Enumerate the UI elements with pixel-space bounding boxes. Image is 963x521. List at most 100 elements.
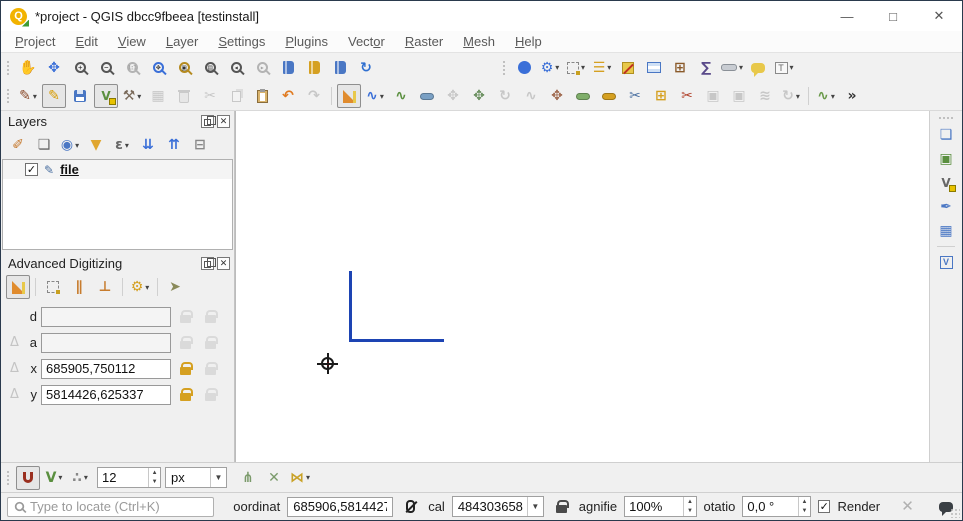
chevron-down-icon[interactable]: ▼ <box>210 468 226 487</box>
y-lock-button[interactable] <box>175 384 196 405</box>
show-bookmark-manager-button[interactable] <box>328 56 352 80</box>
rotation-input[interactable] <box>743 499 798 514</box>
parallel-constraint-button[interactable]: ∥ <box>67 275 91 299</box>
paste-features-button[interactable] <box>250 84 274 108</box>
menu-project[interactable]: Project <box>5 34 65 49</box>
toggle-editing-button[interactable]: ✎ <box>42 84 66 108</box>
layers-panel-close-button[interactable]: ✕ <box>217 115 230 128</box>
open-attribute-table-button[interactable] <box>642 56 666 80</box>
layer-visibility-checkbox[interactable]: ✓ <box>25 163 38 176</box>
enable-advanced-digitizing-button[interactable] <box>337 84 361 108</box>
perpendicular-constraint-button[interactable]: ⊥ <box>93 275 117 299</box>
adv-panel-close-button[interactable]: ✕ <box>217 257 230 270</box>
snapping-type-button[interactable]: ∴▾ <box>68 466 92 490</box>
spin-up-icon[interactable]: ▲ <box>799 497 810 507</box>
zoom-full-extent-button[interactable]: ✥ <box>146 56 170 80</box>
spin-up-icon[interactable]: ▲ <box>684 497 695 507</box>
x-lock-button[interactable] <box>175 358 196 379</box>
snapping-type-dropdown[interactable]: ▾ <box>84 473 88 482</box>
self-snapping-button[interactable]: ⋈▾ <box>288 466 312 490</box>
run-feature-action-button[interactable]: ⚙▾ <box>538 56 562 80</box>
vertex-tool-button[interactable]: ⚒▾ <box>120 84 144 108</box>
field-calculator-button[interactable]: ⊞ <box>668 56 692 80</box>
toolbar-grip[interactable] <box>6 88 11 104</box>
snapping-units-dropdown[interactable]: px ▼ <box>165 467 227 488</box>
coordinate-input[interactable] <box>287 497 393 517</box>
zoom-last-button[interactable]: ◂ <box>224 56 248 80</box>
new-shapefile-layer-button[interactable] <box>934 171 958 195</box>
new-geopackage-layer-button[interactable]: ▣ <box>934 147 958 171</box>
current-edits-button[interactable]: ✎▾ <box>16 84 40 108</box>
lock-scale-button[interactable] <box>551 496 572 518</box>
remove-layer-button[interactable]: ⊟ <box>188 133 212 157</box>
map-tips-button[interactable] <box>746 56 770 80</box>
delete-part-button[interactable]: ✥ <box>545 84 569 108</box>
new-memory-layer-button[interactable]: ▦ <box>934 219 958 243</box>
spin-down-icon[interactable]: ▼ <box>799 507 810 517</box>
offset-point-symbol-dropdown[interactable]: ▾ <box>831 92 835 101</box>
statistical-summary-button[interactable]: ∑ <box>694 56 718 80</box>
offset-point-symbol-button[interactable]: ∿▾ <box>814 84 838 108</box>
menu-vector[interactable]: Vector <box>338 34 395 49</box>
snapping-on-intersection-button[interactable]: ✕ <box>262 466 286 490</box>
layer-row-file[interactable]: ✓ ✎ file <box>3 160 232 179</box>
select-by-value-button[interactable]: ☰▾ <box>590 56 614 80</box>
locator-bar[interactable] <box>7 497 214 517</box>
cad-settings-dropdown[interactable]: ▾ <box>145 283 149 292</box>
manage-map-themes-dropdown[interactable]: ▾ <box>75 141 79 150</box>
new-virtual-layer-button[interactable] <box>934 250 958 274</box>
split-parts-button[interactable]: ✂ <box>675 84 699 108</box>
cad-settings-button[interactable]: ⚙▾ <box>128 275 152 299</box>
show-bookmarks-button[interactable] <box>302 56 326 80</box>
snapping-tolerance-input[interactable] <box>98 470 148 485</box>
cad-floater-button[interactable]: ➤ <box>163 275 187 299</box>
menu-layer[interactable]: Layer <box>156 34 209 49</box>
menu-help[interactable]: Help <box>505 34 552 49</box>
toolbar-grip[interactable] <box>938 116 954 121</box>
add-line-feature-button[interactable] <box>94 84 118 108</box>
map-canvas[interactable] <box>235 111 929 462</box>
select-features-button[interactable]: ▾ <box>564 56 588 80</box>
data-source-manager-button[interactable]: ❏ <box>934 123 958 147</box>
x-coordinate-input[interactable] <box>41 359 171 379</box>
distance-input[interactable] <box>41 307 171 327</box>
rotate-point-symbols-dropdown[interactable]: ▾ <box>796 92 800 101</box>
digitize-shape-button[interactable] <box>415 84 439 108</box>
open-layer-styling-button[interactable]: ✐ <box>6 133 30 157</box>
digitize-with-curve-dropdown[interactable]: ▾ <box>380 92 384 101</box>
current-edits-dropdown[interactable]: ▾ <box>33 92 37 101</box>
reshape-features-button[interactable] <box>571 84 595 108</box>
text-annotation-dropdown[interactable]: ▾ <box>790 63 794 72</box>
construction-mode-button[interactable] <box>41 275 65 299</box>
collapse-all-button[interactable]: ⇈ <box>162 133 186 157</box>
layers-panel-float-button[interactable] <box>201 115 214 128</box>
menu-plugins[interactable]: Plugins <box>275 34 338 49</box>
minimize-button[interactable]: — <box>824 1 870 31</box>
pan-to-selection-button[interactable]: ✥ <box>42 56 66 80</box>
filter-legend-expression-button[interactable]: ε▾ <box>110 133 134 157</box>
chevron-down-icon[interactable]: ▼ <box>527 497 543 516</box>
toolbar-grip[interactable] <box>6 470 11 486</box>
snapping-mode-dropdown[interactable]: ▾ <box>58 473 62 482</box>
enable-snapping-button[interactable] <box>16 466 40 490</box>
new-spatial-bookmark-button[interactable] <box>276 56 300 80</box>
menu-mesh[interactable]: Mesh <box>453 34 505 49</box>
zoom-in-button[interactable]: + <box>68 56 92 80</box>
add-part-button[interactable]: ⊞ <box>649 84 673 108</box>
add-group-button[interactable]: ❏ <box>32 133 56 157</box>
new-spatialite-layer-button[interactable]: ✒ <box>934 195 958 219</box>
digitize-with-curve-button[interactable]: ∿▾ <box>363 84 387 108</box>
toolbar-grip[interactable] <box>502 60 507 76</box>
resize-grip[interactable] <box>950 508 960 518</box>
maximize-button[interactable]: □ <box>870 1 916 31</box>
menu-edit[interactable]: Edit <box>65 34 107 49</box>
menu-raster[interactable]: Raster <box>395 34 453 49</box>
vertex-tool-dropdown[interactable]: ▾ <box>137 92 141 101</box>
save-layer-edits-button[interactable] <box>68 84 92 108</box>
scale-dropdown[interactable]: 484303658 ▼ <box>452 496 544 517</box>
expand-all-button[interactable]: ⇊ <box>136 133 160 157</box>
topological-editing-button[interactable]: ⋔ <box>236 466 260 490</box>
filter-legend-button[interactable]: ▼ <box>84 133 108 157</box>
spin-down-icon[interactable]: ▼ <box>684 507 695 517</box>
enable-cad-tools-button[interactable] <box>6 275 30 299</box>
